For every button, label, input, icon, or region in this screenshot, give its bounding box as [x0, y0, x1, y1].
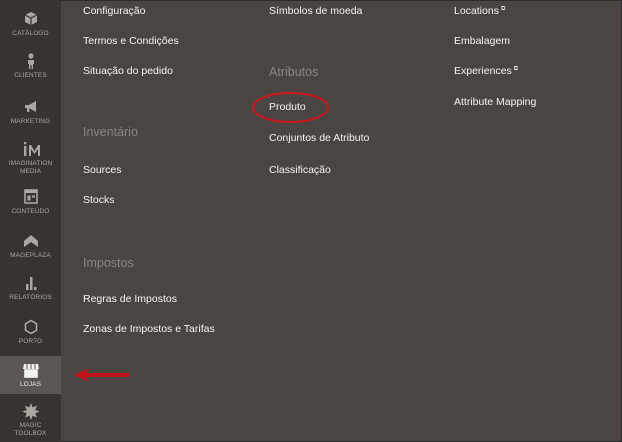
nav-mageplaza[interactable]: MAGEPLAZA	[0, 232, 61, 260]
link-situacao-pedido[interactable]: Situação do pedido	[83, 65, 173, 77]
nav-magic-toolbox[interactable]: MAGIC TOOLBOX	[0, 402, 61, 438]
mageplaza-icon	[21, 232, 41, 250]
heading-impostos: Impostos	[83, 256, 134, 270]
link-configuracao[interactable]: Configuração	[83, 5, 145, 17]
hexagon-icon	[21, 318, 41, 336]
nav-relatorios[interactable]: RELATÓRIOS	[0, 274, 61, 302]
nav-lojas-label: LOJAS	[19, 381, 42, 388]
heading-atributos: Atributos	[269, 65, 319, 79]
link-regras-impostos[interactable]: Regras de Impostos	[83, 293, 177, 305]
link-conjuntos-atributo[interactable]: Conjuntos de Atributo	[269, 132, 369, 144]
link-simbolos-moeda[interactable]: Símbolos de moeda	[269, 5, 362, 17]
nav-porto-label: PORTO	[18, 338, 43, 345]
link-locations[interactable]: Locations ⧉	[454, 5, 505, 17]
link-stocks[interactable]: Stocks	[83, 194, 115, 206]
nav-imagination-label: IMAGINATION MEDIA	[8, 160, 53, 175]
link-termos-condicoes[interactable]: Termos e Condições	[83, 35, 179, 47]
heading-inventario: Inventário	[83, 125, 138, 139]
link-experiences[interactable]: Experiences ⧉	[454, 65, 518, 77]
link-experiences-label: Experiences	[454, 65, 512, 77]
nav-marketing-label: MARKETING	[10, 118, 51, 125]
link-embalagem[interactable]: Embalagem	[454, 35, 510, 47]
layout-icon	[21, 188, 41, 206]
nav-relatorios-label: RELATÓRIOS	[9, 294, 52, 301]
nav-catalogo-label: CATÁLOGO	[12, 30, 49, 37]
nav-clientes-label: CLIENTES	[14, 72, 47, 79]
highlight-circle	[252, 92, 329, 123]
nav-conteudo-label: CONTEÚDO	[11, 208, 50, 215]
link-locations-label: Locations	[454, 5, 499, 17]
nav-imagination-media[interactable]: IMAGINATION MEDIA	[0, 140, 61, 176]
link-zonas-impostos[interactable]: Zonas de Impostos e Tarifas	[83, 323, 215, 335]
nav-mageplaza-label: MAGEPLAZA	[10, 252, 51, 259]
person-icon	[21, 52, 41, 70]
external-link-icon: ⧉	[513, 65, 519, 72]
nav-clientes[interactable]: CLIENTES	[0, 52, 61, 80]
stores-menu-panel: Configuração Termos e Condições Situação…	[62, 0, 622, 442]
nav-catalogo[interactable]: CATÁLOGO	[0, 10, 61, 38]
link-classificacao[interactable]: Classificação	[269, 164, 331, 176]
link-attribute-mapping[interactable]: Attribute Mapping	[454, 96, 536, 108]
im-logo-icon	[21, 140, 41, 158]
annotation-arrow-icon	[74, 368, 129, 382]
megaphone-icon	[21, 98, 41, 116]
external-link-icon: ⧉	[500, 5, 506, 12]
nav-porto[interactable]: PORTO	[0, 318, 61, 346]
nav-lojas[interactable]: LOJAS	[0, 356, 61, 394]
link-sources[interactable]: Sources	[83, 164, 122, 176]
nav-marketing[interactable]: MARKETING	[0, 98, 61, 126]
store-icon	[21, 361, 41, 379]
nav-magic-toolbox-label: MAGIC TOOLBOX	[14, 422, 47, 437]
admin-sidebar: CATÁLOGO CLIENTES MARKETING IMAGINATION …	[0, 0, 61, 442]
nav-conteudo[interactable]: CONTEÚDO	[0, 188, 61, 216]
cube-icon	[21, 10, 41, 28]
bar-chart-icon	[21, 274, 41, 292]
burst-icon	[21, 402, 41, 420]
